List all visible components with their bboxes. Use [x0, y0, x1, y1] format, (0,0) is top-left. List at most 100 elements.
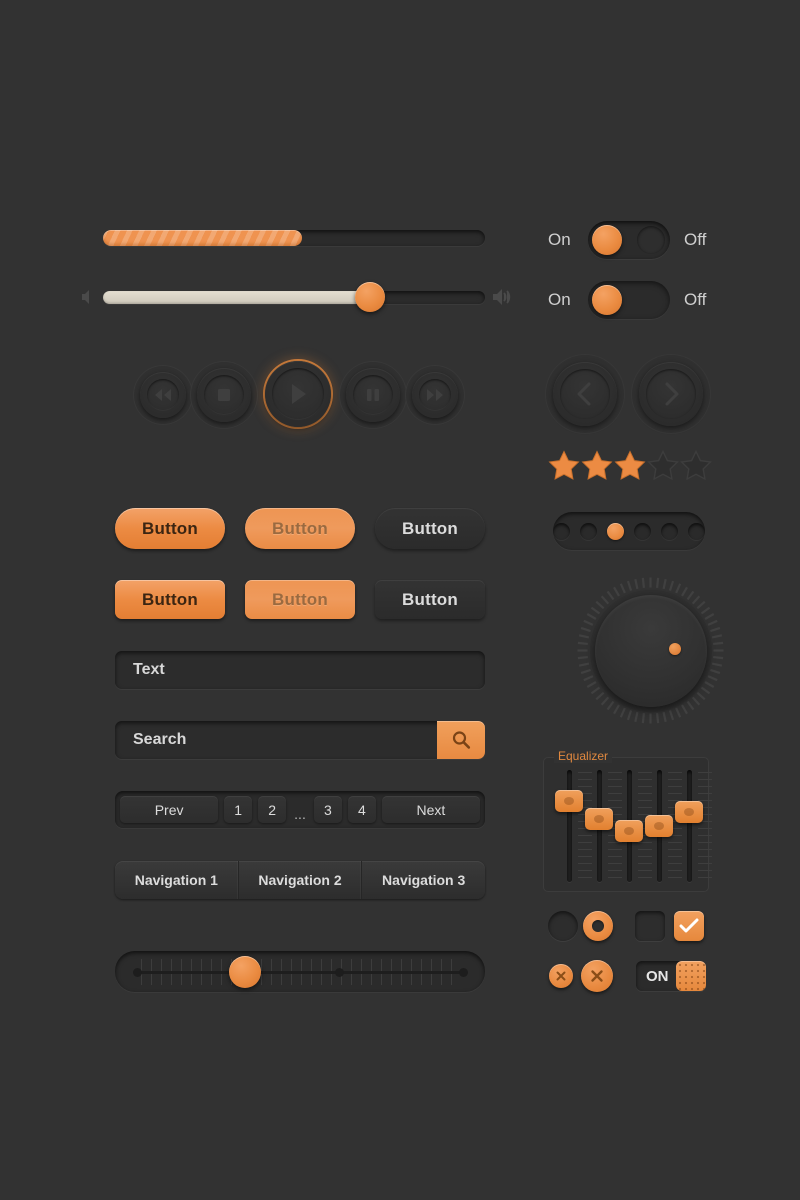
eq-knob[interactable] [675, 800, 703, 823]
button-rect-ghost[interactable]: Button [375, 580, 485, 619]
eq-band-3[interactable] [615, 770, 652, 882]
toggle-switch-2[interactable]: On Off [548, 281, 706, 319]
toggle-switch-1[interactable]: On Off [548, 221, 706, 259]
eq-band-5[interactable] [675, 770, 712, 882]
checkbox-unchecked[interactable] [635, 911, 665, 941]
eq-knob[interactable] [645, 815, 673, 837]
ruler-node-3 [458, 968, 468, 977]
eq-band-2[interactable] [585, 770, 622, 882]
rewind-button[interactable] [140, 372, 186, 418]
check-icon [679, 918, 699, 933]
toggle-off-label: Off [684, 290, 707, 309]
search-input[interactable]: Search [115, 721, 485, 759]
progress-bar-fill [103, 230, 302, 246]
pagination-page-3[interactable]: 3 [313, 796, 342, 823]
button-inner-ring [353, 375, 393, 415]
volume-slider-knob[interactable] [355, 282, 386, 312]
close-button-large[interactable] [581, 960, 613, 992]
pager-dot-1[interactable] [553, 522, 570, 540]
equalizer-panel[interactable]: Equalizer [543, 749, 712, 892]
button-inner-ring [204, 375, 244, 415]
ruler-slider[interactable] [115, 951, 485, 992]
stop-button[interactable] [197, 368, 251, 422]
eq-rail[interactable] [567, 770, 572, 882]
star-rating[interactable] [548, 450, 714, 484]
button-pill-primary[interactable]: Button [115, 508, 225, 549]
speaker-mute-icon[interactable] [80, 288, 98, 306]
button-rect-primary[interactable]: Button [115, 580, 225, 619]
star-icon[interactable] [647, 450, 679, 481]
button-inner-ring [272, 368, 324, 420]
text-input-value: Text [133, 661, 165, 678]
radio-checked[interactable] [583, 911, 613, 941]
equalizer-legend: Equalizer [554, 749, 613, 763]
nav-item-2[interactable]: Navigation 2 [239, 861, 363, 899]
toggle-knob[interactable] [592, 225, 622, 255]
radio-unchecked[interactable] [548, 911, 578, 941]
search-icon [452, 731, 471, 749]
toggle-track[interactable] [588, 221, 670, 259]
eq-knob[interactable] [555, 789, 583, 812]
button-label: Button [142, 518, 198, 538]
volume-slider[interactable] [103, 282, 485, 312]
toggle-knob[interactable] [592, 285, 622, 315]
toggle-on-label: On [548, 230, 571, 249]
dots-pager[interactable] [553, 512, 705, 550]
pagination-page-1[interactable]: 1 [224, 796, 253, 823]
star-icon[interactable] [680, 450, 712, 481]
button-rect-disabled[interactable]: Button [245, 580, 355, 619]
volume-slider-fill [103, 291, 371, 304]
button-pill-ghost[interactable]: Button [375, 508, 485, 549]
pagination[interactable]: Prev 1 2... 3 4 Next [115, 791, 485, 828]
pause-button[interactable] [346, 368, 400, 422]
grip-dots-icon[interactable] [676, 961, 706, 991]
play-button[interactable] [265, 361, 331, 427]
pagination-page-4[interactable]: 4 [347, 796, 376, 823]
star-icon[interactable] [548, 450, 580, 481]
pager-dot-5[interactable] [661, 522, 678, 540]
close-icon [591, 970, 603, 982]
button-label: Button [272, 589, 328, 609]
rotary-knob[interactable] [573, 573, 728, 728]
eq-knob[interactable] [585, 807, 613, 830]
star-icon[interactable] [614, 450, 646, 481]
on-switch-label: ON [646, 967, 669, 985]
toggle-on-label: On [548, 290, 571, 309]
eq-band-1[interactable] [555, 770, 592, 882]
close-button-small[interactable] [549, 964, 573, 988]
nav-item-1[interactable]: Navigation 1 [115, 861, 239, 899]
toggle-track[interactable] [588, 281, 670, 319]
eq-rail[interactable] [687, 770, 692, 882]
prev-arrow-button[interactable] [553, 362, 617, 426]
striped-progress-bar[interactable] [103, 230, 485, 246]
ui-kit-canvas: On Off On Off Button Button Button Butto… [0, 0, 800, 1200]
pagination-prev[interactable]: Prev [120, 796, 219, 823]
eq-knob[interactable] [615, 819, 643, 842]
search-button[interactable] [437, 721, 485, 759]
knob-face[interactable] [595, 595, 707, 707]
speaker-volume-icon[interactable] [491, 286, 513, 308]
ruler-slider-knob[interactable] [228, 956, 261, 988]
button-label: Button [402, 518, 458, 538]
pagination-page-2[interactable]: 2 [258, 796, 287, 823]
button-pill-disabled[interactable]: Button [245, 508, 355, 549]
navigation-bar[interactable]: Navigation 1 Navigation 2 Navigation 3 [115, 861, 485, 899]
on-switch[interactable]: ON [636, 961, 706, 991]
pagination-next[interactable]: Next [381, 796, 481, 823]
pager-dot-3[interactable] [607, 522, 624, 540]
search-input-value: Search [133, 731, 187, 748]
next-arrow-button[interactable] [639, 362, 703, 426]
checkbox-checked[interactable] [674, 911, 704, 941]
pager-dot-4[interactable] [634, 522, 651, 540]
button-inner-ring [419, 379, 451, 411]
text-input[interactable]: Text [115, 651, 485, 689]
knob-indicator-dot [669, 643, 681, 655]
button-inner-ring [646, 369, 696, 419]
star-icon[interactable] [581, 450, 613, 481]
button-label: Button [402, 589, 458, 609]
pager-dot-2[interactable] [580, 522, 597, 540]
pager-dot-6[interactable] [688, 522, 705, 540]
eq-band-4[interactable] [645, 770, 682, 882]
nav-item-3[interactable]: Navigation 3 [362, 861, 485, 899]
fast-forward-button[interactable] [412, 372, 458, 418]
